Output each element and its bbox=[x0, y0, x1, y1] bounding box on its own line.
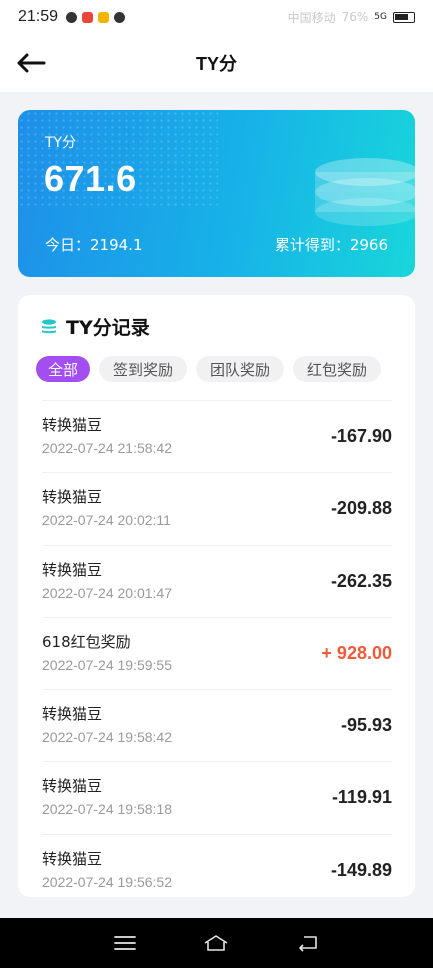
status-right: 中国移动 76% 5G bbox=[288, 9, 415, 26]
score-value: 671.6 bbox=[44, 158, 137, 199]
record-name: 转换猫豆 bbox=[42, 705, 103, 724]
list-item[interactable]: 转换猫豆 2022-07-24 19:58:18 -119.91 bbox=[42, 761, 392, 833]
list-item[interactable]: 转换猫豆 2022-07-24 20:02:11 -209.88 bbox=[42, 472, 392, 544]
record-amount: -167.90 bbox=[330, 426, 392, 446]
battery-percent: 76% bbox=[341, 10, 369, 24]
list-item[interactable]: 618红包奖励 2022-07-24 19:59:55 + 928.00 bbox=[42, 616, 392, 689]
tab-team-reward[interactable]: 团队奖励 bbox=[196, 356, 285, 382]
record-name: 转换猫豆 bbox=[42, 777, 103, 796]
record-amount: -95.93 bbox=[340, 715, 392, 736]
menu-icon[interactable] bbox=[113, 934, 137, 952]
record-amount: -209.88 bbox=[330, 498, 392, 519]
home-icon[interactable] bbox=[202, 933, 230, 953]
tab-signin-reward[interactable]: 签到奖励 bbox=[99, 356, 188, 382]
page-title: TY分 bbox=[195, 54, 237, 74]
total-score: 累计得到：2966 bbox=[274, 236, 388, 254]
list-item[interactable]: 转换猫豆 2022-07-24 21:58:42 -167.90 bbox=[42, 400, 392, 472]
carrier-label: 中国移动 bbox=[287, 10, 336, 25]
app-icon bbox=[82, 11, 94, 23]
record-name: 618红包奖励 bbox=[42, 632, 131, 651]
record-name: 转换猫豆 bbox=[42, 488, 103, 507]
back-button[interactable] bbox=[16, 50, 48, 76]
record-time: 2022-07-24 19:56:52 bbox=[42, 873, 172, 890]
nav-bar: TY分 bbox=[0, 34, 433, 92]
record-amount: -119.91 bbox=[331, 787, 392, 808]
record-name: 转换猫豆 bbox=[42, 560, 103, 579]
status-time: 21:59 bbox=[18, 8, 59, 25]
notification-icons bbox=[66, 11, 126, 23]
record-amount: -262.35 bbox=[330, 570, 392, 591]
return-icon[interactable] bbox=[296, 934, 320, 952]
records-panel: TY分记录 全部 签到奖励 团队奖励 红包奖励 转换猫豆 2022-07-24 … bbox=[18, 295, 415, 897]
record-time: 2022-07-24 20:01:47 bbox=[42, 584, 172, 601]
stack-icon bbox=[42, 318, 56, 333]
score-label: TY分 bbox=[45, 135, 77, 151]
tab-redpacket-reward[interactable]: 红包奖励 bbox=[293, 356, 382, 382]
record-time: 2022-07-24 19:59:55 bbox=[42, 656, 172, 673]
network-label: 5G bbox=[374, 12, 387, 22]
record-name: 转换猫豆 bbox=[42, 416, 103, 434]
battery-icon bbox=[393, 11, 415, 23]
arrow-left-icon bbox=[17, 53, 46, 73]
record-amount: + 928.00 bbox=[321, 642, 392, 663]
record-amount: -149.89 bbox=[330, 859, 392, 880]
tab-all[interactable]: 全部 bbox=[36, 356, 91, 382]
coin-stack-icon bbox=[315, 158, 415, 226]
chat-icon bbox=[66, 11, 78, 23]
filter-tabs: 全部 签到奖励 团队奖励 红包奖励 bbox=[36, 356, 415, 382]
records-list: 转换猫豆 2022-07-24 21:58:42 -167.90 转换猫豆 20… bbox=[42, 400, 392, 897]
record-name: 转换猫豆 bbox=[42, 849, 103, 868]
list-item[interactable]: 转换猫豆 2022-07-24 20:01:47 -262.35 bbox=[42, 544, 392, 617]
records-header: TY分记录 bbox=[40, 313, 150, 340]
list-item[interactable]: 转换猫豆 2022-07-24 19:56:52 -149.89 bbox=[42, 833, 392, 897]
records-title: TY分记录 bbox=[66, 317, 150, 339]
record-time: 2022-07-24 20:02:11 bbox=[42, 512, 171, 529]
system-nav-bar bbox=[0, 918, 433, 968]
status-bar: 21:59 中国移动 76% 5G bbox=[0, 0, 433, 34]
today-score: 今日：2194.1 bbox=[45, 236, 143, 254]
record-time: 2022-07-24 19:58:42 bbox=[42, 729, 172, 746]
summary-card: TY分 671.6 今日：2194.1 累计得到：2966 bbox=[18, 110, 415, 277]
list-item[interactable]: 转换猫豆 2022-07-24 19:58:42 -95.93 bbox=[42, 689, 392, 761]
record-time: 2022-07-24 21:58:42 bbox=[42, 440, 172, 456]
message-icon bbox=[114, 11, 126, 23]
app-icon bbox=[98, 11, 110, 23]
record-time: 2022-07-24 19:58:18 bbox=[42, 801, 172, 818]
